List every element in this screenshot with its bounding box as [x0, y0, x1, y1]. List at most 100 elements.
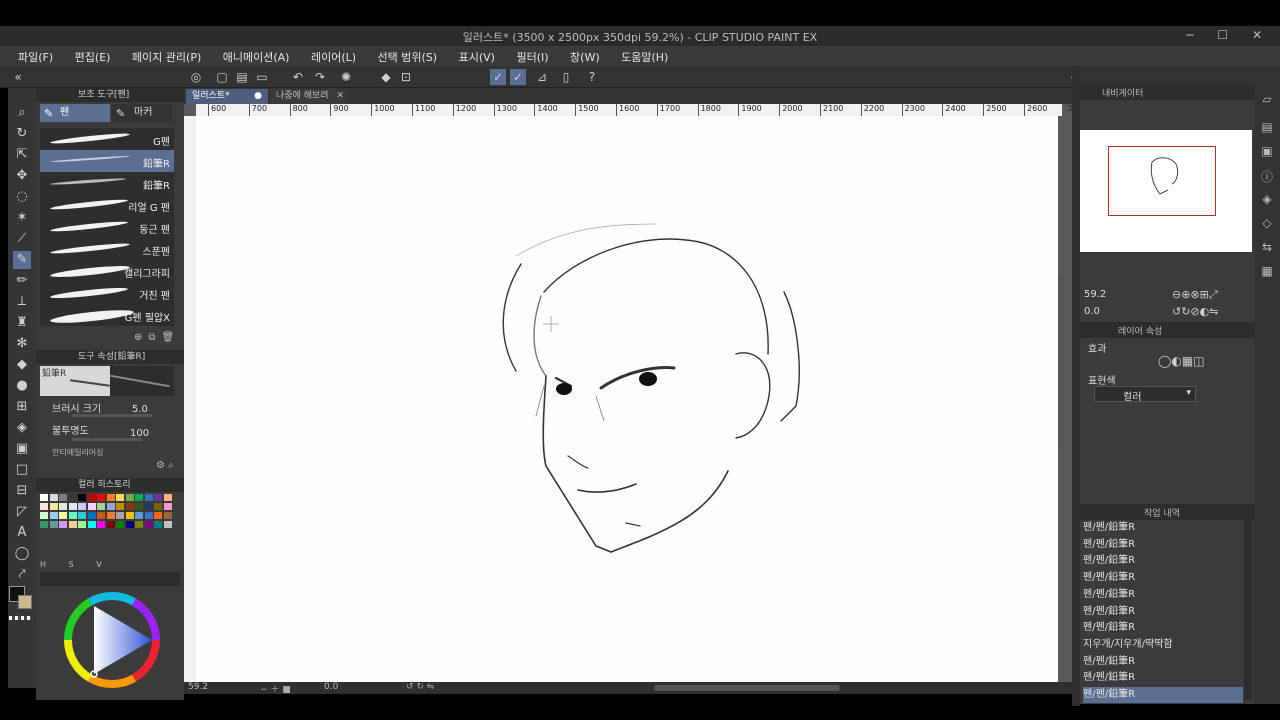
color-swatch[interactable]: [59, 503, 67, 510]
history-item[interactable]: 펜/펜/鉛筆R: [1083, 604, 1243, 620]
color-swatch[interactable]: [40, 521, 48, 528]
canvas-paper[interactable]: [196, 116, 1058, 682]
pen-tool-icon[interactable]: ✎: [13, 251, 31, 269]
help-icon[interactable]: ?: [584, 69, 600, 85]
color-swatch[interactable]: [135, 494, 143, 501]
color-swatch[interactable]: [144, 494, 153, 501]
history-item[interactable]: 펜/펜/鉛筆R: [1083, 670, 1243, 686]
rotate-icon[interactable]: ↻: [13, 125, 31, 143]
object-icon[interactable]: ◈: [1259, 192, 1275, 208]
color-swatch[interactable]: [125, 503, 134, 510]
menu-file[interactable]: 파일(F): [18, 49, 53, 65]
color-swatch[interactable]: [68, 521, 77, 528]
tab-later[interactable]: 나중에 해보려 ✕: [270, 89, 348, 104]
color-swatch[interactable]: [78, 494, 86, 501]
sub-tool-actions-icon[interactable]: ⊕⧉🗑: [134, 332, 180, 343]
brush-item[interactable]: 鉛筆R: [40, 172, 174, 194]
open-file-icon[interactable]: ▤: [234, 69, 250, 85]
color-swatch[interactable]: [59, 512, 67, 519]
eraser-icon[interactable]: ◆: [13, 356, 31, 374]
eyedropper-icon[interactable]: ⟋: [13, 230, 31, 248]
nav-zoom-buttons-icon[interactable]: ⊖⊕⊗⊞⤢: [1172, 288, 1218, 302]
sub-color-chip[interactable]: [18, 595, 32, 609]
history-scrollbar[interactable]: [1244, 520, 1252, 700]
color-swatch[interactable]: [68, 494, 77, 501]
shape-icon[interactable]: □: [13, 461, 31, 479]
menu-edit[interactable]: 편집(E): [75, 49, 111, 65]
nav-angle-value[interactable]: 0.0: [1084, 306, 1100, 317]
nav-rotate-buttons-icon[interactable]: ↺↻⊘◐⇋: [1172, 305, 1218, 318]
history-item[interactable]: 지우개/지우개/딱딱함: [1083, 637, 1243, 653]
animation-icon[interactable]: ▦: [1259, 264, 1275, 280]
color-swatch[interactable]: [97, 521, 105, 528]
color-swatch[interactable]: [49, 503, 58, 510]
decoration-icon[interactable]: ✻: [13, 335, 31, 353]
lasso-icon[interactable]: ◌: [13, 188, 31, 206]
layer-search-icon[interactable]: ◇: [1259, 216, 1275, 232]
color-swatch[interactable]: [87, 503, 96, 510]
color-swatch[interactable]: [106, 494, 115, 501]
collapse-icon[interactable]: «: [10, 69, 26, 85]
smartphone-icon[interactable]: ▯: [558, 69, 574, 85]
color-swatch[interactable]: [78, 512, 86, 519]
color-swatch[interactable]: [97, 494, 105, 501]
color-swatch[interactable]: [68, 503, 77, 510]
brush-item[interactable]: G펜: [40, 128, 174, 150]
color-swatch[interactable]: [87, 512, 96, 519]
brush-item[interactable]: 거친 펜: [40, 282, 174, 304]
transform-icon[interactable]: ⊡: [398, 69, 414, 85]
color-swatch[interactable]: [163, 494, 172, 501]
color-swatch[interactable]: [163, 503, 172, 510]
layer-icon[interactable]: ▱: [1259, 92, 1275, 108]
history-item[interactable]: 펜/펜/鉛筆R: [1083, 520, 1243, 536]
transparent-color-chip[interactable]: [9, 616, 33, 620]
color-swatch[interactable]: [87, 521, 96, 528]
zoom-icon[interactable]: ⌕: [13, 104, 31, 122]
color-swatch[interactable]: [40, 512, 48, 519]
color-swatch[interactable]: [59, 521, 67, 528]
snap-grid-icon[interactable]: ⊿: [534, 69, 550, 85]
tool-settings-icon[interactable]: ⚙ ⌕: [156, 460, 174, 471]
info-icon[interactable]: ⓘ: [1259, 168, 1275, 184]
zoom-controls-icon[interactable]: − ＋ ■: [260, 682, 291, 695]
color-swatch[interactable]: [106, 503, 115, 510]
color-swatch[interactable]: [97, 503, 105, 510]
snap-ruler-icon[interactable]: ✓: [490, 69, 506, 85]
color-swatch[interactable]: [40, 503, 48, 510]
brush-item[interactable]: 스푼펜: [40, 238, 174, 260]
nav-zoom-value[interactable]: 59.2: [1084, 289, 1106, 300]
menu-help[interactable]: 도움말(H): [621, 49, 668, 65]
history-item[interactable]: 펜/펜/鉛筆R: [1083, 553, 1243, 569]
airbrush-icon[interactable]: ♜: [13, 314, 31, 332]
redo-icon[interactable]: ↷: [312, 69, 328, 85]
vertical-scrollbar[interactable]: [1058, 276, 1064, 446]
color-swatch[interactable]: [125, 512, 134, 519]
save-icon[interactable]: ▭: [254, 69, 270, 85]
expression-color-select[interactable]: 컬러 ▾: [1094, 386, 1196, 403]
pencil-icon[interactable]: ✏: [13, 272, 31, 290]
ruler-icon[interactable]: ◸: [13, 503, 31, 521]
color-swatch[interactable]: [144, 521, 153, 528]
color-swatch[interactable]: [116, 503, 124, 510]
color-swatch[interactable]: [78, 521, 86, 528]
gradient-icon[interactable]: ▣: [13, 440, 31, 458]
history-item[interactable]: 펜/펜/鉛筆R: [1083, 687, 1243, 703]
loading-icon[interactable]: ✺: [338, 69, 354, 85]
correct-line-icon[interactable]: ⤤: [13, 566, 31, 584]
color-swatch[interactable]: [116, 512, 124, 519]
color-swatch[interactable]: [49, 521, 58, 528]
history-item[interactable]: 펜/펜/鉛筆R: [1083, 570, 1243, 586]
figure-icon[interactable]: ⊞: [13, 398, 31, 416]
color-swatch[interactable]: [97, 512, 105, 519]
color-swatch[interactable]: [163, 512, 172, 519]
magic-wand-icon[interactable]: ✶: [13, 209, 31, 227]
history-item[interactable]: 펜/펜/鉛筆R: [1083, 537, 1243, 553]
menu-window[interactable]: 창(W): [570, 49, 600, 65]
menu-animation[interactable]: 애니메이션(A): [223, 49, 290, 65]
color-swatch[interactable]: [116, 521, 124, 528]
text-icon[interactable]: A: [13, 524, 31, 542]
status-angle[interactable]: 0.0: [324, 682, 338, 692]
menu-view[interactable]: 표시(V): [459, 49, 495, 65]
rotate-controls-icon[interactable]: ↺ ↻ ⇋: [406, 682, 434, 692]
history-item[interactable]: 펜/펜/鉛筆R: [1083, 654, 1243, 670]
